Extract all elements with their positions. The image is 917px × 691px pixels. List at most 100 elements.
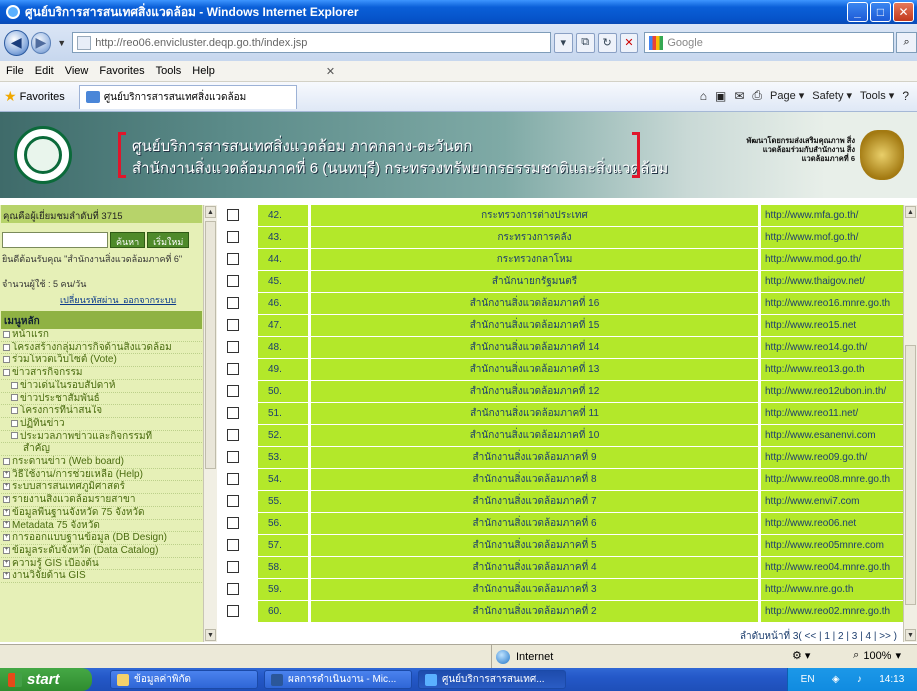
back-button[interactable]: ◀ bbox=[4, 29, 29, 56]
menu-item[interactable]: ประมวลภาพข่าวและกิจกรรมที่ bbox=[1, 431, 202, 444]
row-checkbox[interactable] bbox=[227, 341, 239, 353]
protected-mode-icon[interactable]: ⚙ ▾ bbox=[792, 649, 810, 662]
row-checkbox[interactable] bbox=[227, 583, 239, 595]
security-zone[interactable]: Internet bbox=[491, 645, 553, 669]
row-url[interactable]: http://www.mfa.go.th/ bbox=[761, 205, 903, 226]
tree-toggle-icon[interactable]: + bbox=[3, 559, 10, 567]
menu-help[interactable]: Help bbox=[192, 65, 215, 77]
volume-icon[interactable]: ♪ bbox=[857, 674, 862, 685]
safety-menu[interactable]: Safety ▾ bbox=[812, 89, 852, 102]
row-agency-name[interactable]: สำนักงานสิ่งแวดล้อมภาคที่ 13 bbox=[311, 359, 758, 380]
home-icon[interactable]: ⌂ bbox=[700, 89, 707, 103]
taskbar-item-ie[interactable]: ศูนย์บริการสารสนเทศ... bbox=[418, 670, 566, 689]
row-url[interactable]: http://www.reo11.net/ bbox=[761, 403, 903, 424]
close-button[interactable]: ✕ bbox=[893, 2, 914, 22]
row-checkbox[interactable] bbox=[227, 451, 239, 463]
row-url[interactable]: http://www.envi7.com bbox=[761, 491, 903, 512]
favorites-star-icon[interactable]: ★ bbox=[4, 88, 17, 105]
menu-item[interactable]: ร่วมโหวตเว็บไซต์ (Vote) bbox=[1, 354, 202, 368]
row-checkbox[interactable] bbox=[227, 319, 239, 331]
row-url[interactable]: http://www.thaigov.net/ bbox=[761, 271, 903, 292]
page-scroll-up-icon[interactable]: ▲ bbox=[905, 206, 916, 218]
search-submit-button[interactable]: ค้นหา bbox=[110, 232, 146, 248]
row-url[interactable]: http://www.reo13.go.th bbox=[761, 359, 903, 380]
tree-toggle-icon[interactable] bbox=[3, 368, 10, 376]
tree-toggle-icon[interactable]: + bbox=[3, 572, 10, 580]
row-agency-name[interactable]: สำนักงานสิ่งแวดล้อมภาคที่ 3 bbox=[311, 579, 758, 600]
row-url[interactable]: http://www.reo06.net bbox=[761, 513, 903, 534]
row-checkbox[interactable] bbox=[227, 385, 239, 397]
language-indicator[interactable]: EN bbox=[801, 674, 815, 685]
menu-item[interactable]: + ความรู้ GIS เบื้องต้น bbox=[1, 558, 202, 571]
close-toolbar-icon[interactable]: ✕ bbox=[326, 65, 335, 78]
row-agency-name[interactable]: กระทรวงการต่างประเทศ bbox=[311, 205, 758, 226]
refresh-icon[interactable]: ↻ bbox=[597, 32, 617, 53]
row-url[interactable]: http://www.reo09.go.th/ bbox=[761, 447, 903, 468]
menu-item[interactable]: + การออกแบบฐานข้อมูล (DB Design) bbox=[1, 532, 202, 545]
row-checkbox[interactable] bbox=[227, 473, 239, 485]
menu-item[interactable]: ข่าวประชาสัมพันธ์ bbox=[1, 393, 202, 406]
row-agency-name[interactable]: กระทรวงกลาโหม bbox=[311, 249, 758, 270]
row-agency-name[interactable]: สำนักงานสิ่งแวดล้อมภาคที่ 14 bbox=[311, 337, 758, 358]
favorites-label[interactable]: Favorites bbox=[20, 91, 65, 103]
menu-item[interactable]: + รายงานสิ่งแวดล้อมรายสาขา bbox=[1, 494, 202, 507]
start-button[interactable]: start bbox=[0, 668, 92, 691]
url-dropdown-icon[interactable]: ▾ bbox=[553, 32, 573, 53]
page-scrollbar[interactable]: ▲ ▼ bbox=[903, 205, 917, 642]
row-checkbox[interactable] bbox=[227, 495, 239, 507]
sidebar-scroll-up-icon[interactable]: ▲ bbox=[205, 206, 216, 218]
menu-item[interactable]: หน้าแรก bbox=[1, 329, 202, 342]
row-checkbox[interactable] bbox=[227, 539, 239, 551]
menu-item[interactable]: โครงสร้างกลุ่มภารกิจด้านสิ่งแวดล้อม bbox=[1, 342, 202, 355]
row-agency-name[interactable]: สำนักงานสิ่งแวดล้อมภาคที่ 10 bbox=[311, 425, 758, 446]
menu-file[interactable]: File bbox=[6, 65, 24, 77]
tree-toggle-icon[interactable]: + bbox=[3, 496, 10, 503]
page-scroll-down-icon[interactable]: ▼ bbox=[905, 629, 916, 641]
row-agency-name[interactable]: สำนักงานสิ่งแวดล้อมภาคที่ 9 bbox=[311, 447, 758, 468]
maximize-button[interactable]: □ bbox=[870, 2, 891, 22]
row-url[interactable]: http://www.reo08.mnre.go.th bbox=[761, 469, 903, 490]
row-agency-name[interactable]: สำนักงานสิ่งแวดล้อมภาคที่ 4 bbox=[311, 557, 758, 578]
row-url[interactable]: http://www.mod.go.th/ bbox=[761, 249, 903, 270]
tools-menu[interactable]: Tools ▾ bbox=[860, 89, 894, 102]
page-menu[interactable]: Page ▾ bbox=[770, 89, 804, 102]
menu-item[interactable]: + วิธีใช้งาน/การช่วยเหลือ (Help) bbox=[1, 469, 202, 482]
menu-item[interactable]: ปฏิทินข่าว bbox=[1, 418, 202, 431]
menu-item[interactable]: + ข้อมูลพื้นฐานจังหวัด 75 จังหวัด bbox=[1, 507, 202, 520]
taskbar-item-word[interactable]: ผลการดำเนินงาน - Mic... bbox=[264, 670, 412, 689]
sidebar-scroll-thumb[interactable] bbox=[205, 221, 216, 469]
browser-tab[interactable]: ศูนย์บริการสารสนเทศสิ่งแวดล้อม bbox=[78, 84, 297, 109]
row-checkbox[interactable] bbox=[227, 429, 239, 441]
row-agency-name[interactable]: สำนักงานสิ่งแวดล้อมภาคที่ 7 bbox=[311, 491, 758, 512]
menu-item[interactable]: โครงการที่น่าสนใจ bbox=[1, 405, 202, 418]
sidebar-search-input[interactable] bbox=[2, 232, 108, 248]
print-icon[interactable]: ⎙ bbox=[752, 88, 762, 103]
row-checkbox[interactable] bbox=[227, 275, 239, 287]
minimize-button[interactable]: _ bbox=[847, 2, 868, 22]
tree-toggle-icon[interactable]: + bbox=[3, 534, 10, 542]
network-icon[interactable]: ◈ bbox=[832, 674, 840, 685]
row-agency-name[interactable]: สำนักงานสิ่งแวดล้อมภาคที่ 5 bbox=[311, 535, 758, 556]
tree-toggle-icon[interactable] bbox=[11, 407, 18, 415]
compatibility-icon[interactable]: ⧉ bbox=[575, 32, 595, 53]
row-checkbox[interactable] bbox=[227, 517, 239, 529]
sidebar-scrollbar[interactable]: ▲ ▼ bbox=[203, 205, 217, 642]
menu-view[interactable]: View bbox=[65, 65, 89, 77]
row-checkbox[interactable] bbox=[227, 561, 239, 573]
menu-item[interactable]: ข่าวสารกิจกรรม bbox=[1, 367, 202, 380]
change-password-link[interactable]: เปลี่ยนรหัสผ่าน bbox=[60, 295, 118, 305]
help-icon[interactable]: ? bbox=[902, 89, 909, 103]
row-agency-name[interactable]: กระทรวงการคลัง bbox=[311, 227, 758, 248]
zoom-dropdown-icon[interactable]: ▾ bbox=[895, 649, 901, 662]
row-agency-name[interactable]: สำนักนายกรัฐมนตรี bbox=[311, 271, 758, 292]
row-url[interactable]: http://www.reo16.mnre.go.th bbox=[761, 293, 903, 314]
menu-item[interactable]: + Metadata 75 จังหวัด bbox=[1, 520, 202, 533]
tree-toggle-icon[interactable]: + bbox=[3, 470, 10, 478]
row-agency-name[interactable]: สำนักงานสิ่งแวดล้อมภาคที่ 6 bbox=[311, 513, 758, 534]
menu-favorites[interactable]: Favorites bbox=[99, 65, 144, 77]
row-agency-name[interactable]: สำนักงานสิ่งแวดล้อมภาคที่ 12 bbox=[311, 381, 758, 402]
row-agency-name[interactable]: สำนักงานสิ่งแวดล้อมภาคที่ 16 bbox=[311, 293, 758, 314]
logout-link[interactable]: ออกจากระบบ bbox=[123, 295, 176, 305]
menu-item[interactable]: กระดานข่าว (Web board) bbox=[1, 456, 202, 469]
row-agency-name[interactable]: สำนักงานสิ่งแวดล้อมภาคที่ 2 bbox=[311, 601, 758, 622]
